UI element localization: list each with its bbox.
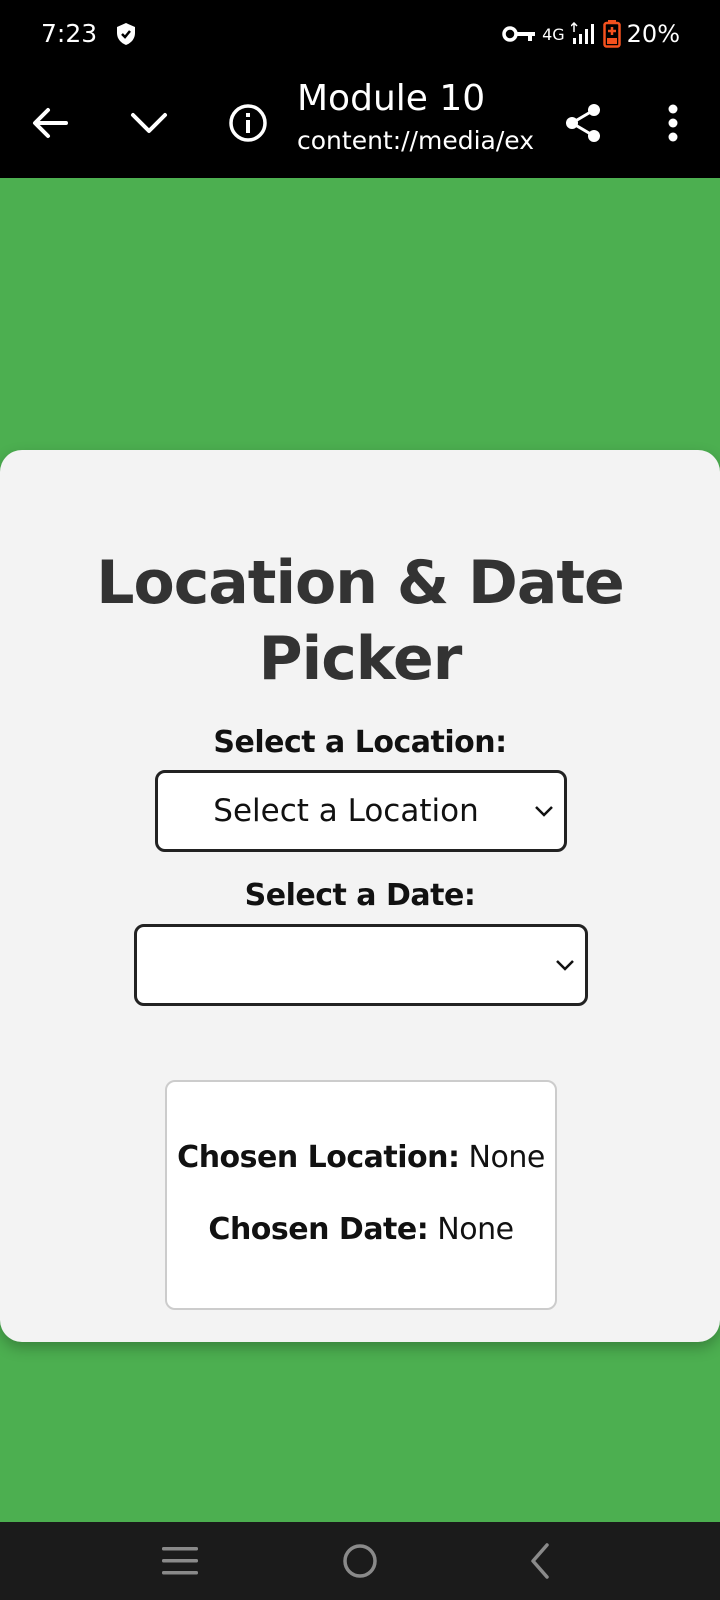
battery-percent: 20% xyxy=(626,20,680,48)
location-select[interactable]: Select a Location xyxy=(155,770,567,852)
location-select-value: Select a Location xyxy=(213,793,479,829)
app-bar: Module 10 content://media/external xyxy=(0,68,720,178)
result-panel: Chosen Location: None Chosen Date: None xyxy=(165,1080,557,1310)
date-select[interactable] xyxy=(134,924,588,1006)
chosen-location: Chosen Location: None xyxy=(167,1140,555,1175)
recent-apps-icon xyxy=(162,1547,198,1575)
chosen-date-label: Chosen Date: xyxy=(208,1212,429,1247)
signal-icon xyxy=(570,22,594,44)
info-button[interactable] xyxy=(208,68,288,178)
back-nav-button[interactable] xyxy=(490,1522,590,1600)
home-icon xyxy=(343,1544,377,1578)
status-icons: 4G 20% xyxy=(502,17,680,51)
collapse-button[interactable] xyxy=(109,68,189,178)
page-background: Location & Date Picker Select a Location… xyxy=(0,178,720,1522)
back-icon xyxy=(531,1543,549,1579)
shield-icon xyxy=(117,23,135,45)
chosen-date: Chosen Date: None xyxy=(167,1212,555,1247)
chevron-down-icon xyxy=(131,113,167,133)
picker-card: Location & Date Picker Select a Location… xyxy=(0,450,720,1342)
date-label: Select a Date: xyxy=(244,878,476,913)
info-icon xyxy=(229,104,267,142)
location-label: Select a Location: xyxy=(213,725,507,760)
chosen-location-value: None xyxy=(459,1140,546,1175)
battery-charging-icon xyxy=(602,20,621,48)
network-type: 4G xyxy=(542,24,565,44)
back-arrow-icon xyxy=(33,108,68,138)
status-time: 7:23 xyxy=(41,19,98,48)
home-button[interactable] xyxy=(310,1522,410,1600)
system-nav-bar xyxy=(0,1522,720,1600)
back-button[interactable] xyxy=(10,68,90,178)
recent-apps-button[interactable] xyxy=(130,1522,230,1600)
more-vert-icon xyxy=(668,104,678,142)
page-title: Module 10 xyxy=(297,78,486,119)
share-button[interactable] xyxy=(543,68,623,178)
chevron-down-icon xyxy=(535,806,553,817)
chosen-date-value: None xyxy=(428,1212,514,1247)
chevron-down-icon xyxy=(556,960,574,971)
date-select-value xyxy=(137,927,555,1003)
status-bar: 7:23 4G 20% xyxy=(0,0,720,68)
vpn-key-icon xyxy=(502,26,536,42)
more-options-button[interactable] xyxy=(633,68,713,178)
page-url: content://media/external xyxy=(297,126,534,155)
chosen-location-label: Chosen Location: xyxy=(177,1140,460,1175)
card-title: Location & Date Picker xyxy=(96,548,624,694)
share-icon xyxy=(566,104,600,142)
